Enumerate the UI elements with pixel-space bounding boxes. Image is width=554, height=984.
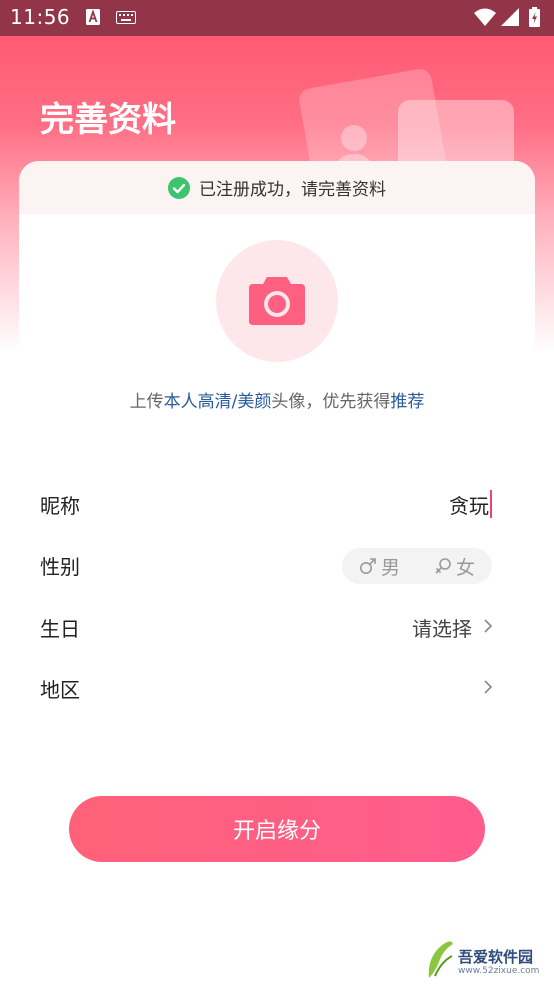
region-row[interactable]: 地区 xyxy=(40,668,492,708)
gender-toggle: 男 女 xyxy=(342,548,492,584)
signal-icon xyxy=(501,8,519,26)
notice-text: 已注册成功，请完善资料 xyxy=(199,180,386,200)
keyboard-icon xyxy=(116,11,136,24)
gender-female-label: 女 xyxy=(455,556,475,579)
birthday-row[interactable]: 生日 请选择 xyxy=(40,607,492,647)
watermark: 吾爱软件园 www.52zixue.com xyxy=(425,932,550,982)
nickname-value: 贪玩 xyxy=(449,494,489,518)
a-notification-icon xyxy=(86,9,100,25)
chevron-right-icon xyxy=(484,619,492,633)
watermark-url: www.52zixue.com xyxy=(458,966,540,976)
nickname-label: 昵称 xyxy=(40,494,80,518)
female-symbol-icon xyxy=(435,558,451,574)
watermark-logo-icon xyxy=(428,941,453,978)
battery-icon xyxy=(529,7,540,27)
birthday-label: 生日 xyxy=(40,617,80,641)
hint-text: 上传 xyxy=(129,392,164,412)
birthday-value: 请选择 xyxy=(412,617,472,641)
hint-highlight: 推荐 xyxy=(390,392,425,412)
gender-female-option[interactable]: 女 xyxy=(417,548,492,584)
nickname-row: 昵称 贪玩 xyxy=(40,484,492,524)
start-fate-button[interactable]: 开启缘分 xyxy=(69,796,485,862)
camera-icon xyxy=(249,277,305,325)
gender-male-label: 男 xyxy=(380,556,400,579)
hint-text: 头像，优先获得 xyxy=(271,392,391,412)
check-circle-icon xyxy=(168,176,190,199)
status-time: 11:56 xyxy=(10,5,71,29)
avatar-upload-button[interactable] xyxy=(216,240,338,362)
register-success-notice: 已注册成功，请完善资料 xyxy=(19,161,535,214)
page-title: 完善资料 xyxy=(40,100,176,140)
wifi-icon xyxy=(474,8,496,26)
hint-highlight: 本人高清/美颜 xyxy=(163,392,272,412)
text-caret xyxy=(490,490,492,518)
nickname-input[interactable]: 贪玩 xyxy=(449,490,492,519)
region-label: 地区 xyxy=(40,678,80,702)
gender-row: 性别 男 女 xyxy=(40,545,492,585)
watermark-text: 吾爱软件园 xyxy=(458,948,534,966)
male-symbol-icon xyxy=(359,558,376,574)
status-bar: 11:56 xyxy=(0,0,554,36)
avatar-upload-hint: 上传本人高清/美颜头像，优先获得推荐 xyxy=(0,387,554,412)
gender-male-option[interactable]: 男 xyxy=(342,548,417,584)
chevron-right-icon xyxy=(484,680,492,694)
gender-label: 性别 xyxy=(40,555,80,579)
